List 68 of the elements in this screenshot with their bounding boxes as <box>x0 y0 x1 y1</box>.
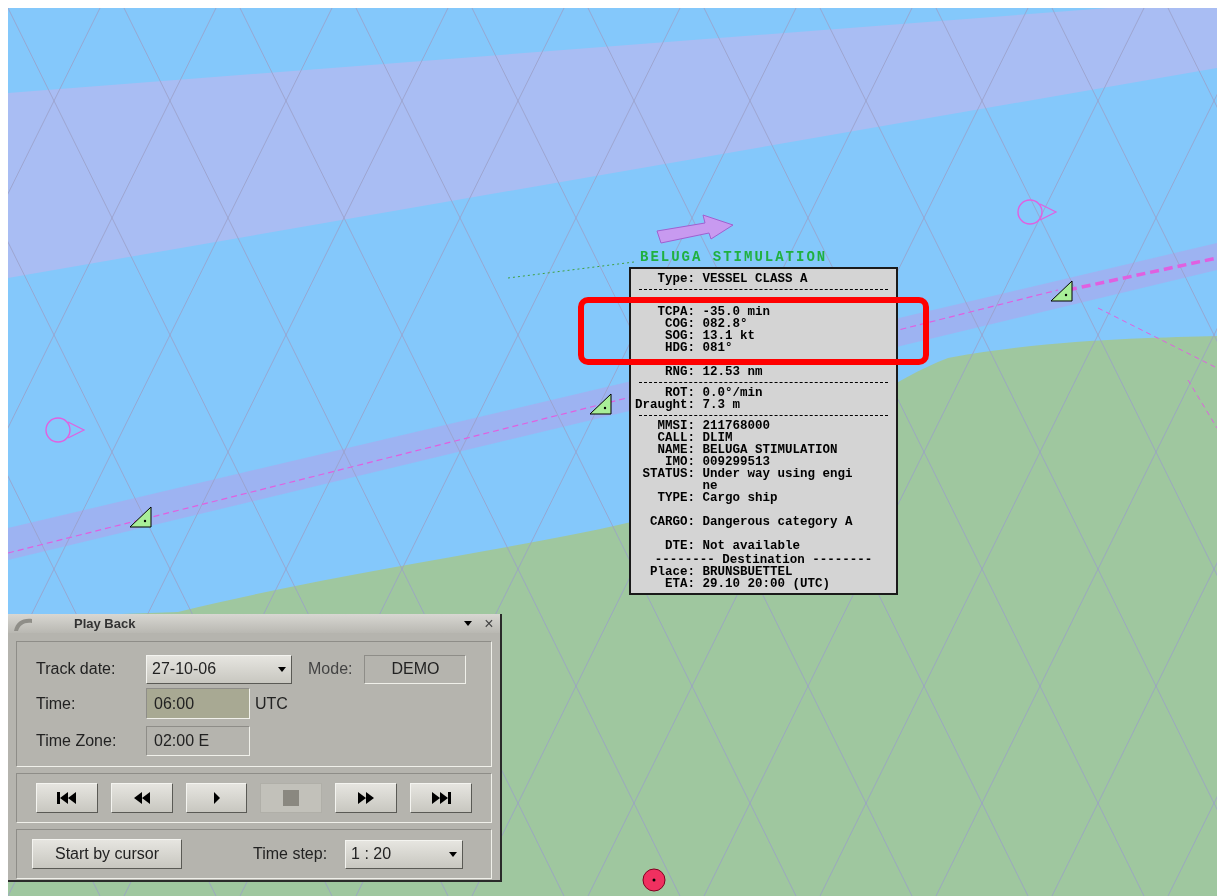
field-label: RNG: <box>664 366 696 378</box>
field-label: Draught: <box>635 399 696 411</box>
field-label: ROT: <box>665 387 696 399</box>
field-label: CARGO: <box>649 516 696 528</box>
field-label: MMSI: <box>656 420 696 432</box>
time-field[interactable]: 06:00 <box>146 688 250 719</box>
field-value: 7.3 m <box>702 399 741 411</box>
mode-field: DEMO <box>364 654 467 684</box>
field-value: BRUNSBUETTEL <box>702 566 794 578</box>
field-value: Under way using engine <box>702 468 853 492</box>
section-title: -------- Destination -------- <box>654 554 873 566</box>
field-label: NAME: <box>656 444 696 456</box>
vessel-label: BELUGA STIMULATION <box>640 249 828 265</box>
skip-back-icon <box>55 791 78 805</box>
target-triangle-icon <box>1050 280 1074 302</box>
field-value: Dangerous category A <box>702 516 853 528</box>
field-label: SOG: <box>664 330 696 342</box>
stop-icon <box>283 790 300 806</box>
field-label: IMO: <box>665 456 696 468</box>
field-label: Track date: <box>36 659 117 679</box>
field-value: 211768000 <box>702 420 771 432</box>
field-value: -35.0 min <box>702 306 771 318</box>
field-value: 082.8° <box>702 318 748 330</box>
close-button[interactable]: × <box>478 615 500 632</box>
field-label: DTE: <box>664 540 696 552</box>
field-label: Time step: <box>253 844 328 864</box>
field-value: DLIM <box>702 432 733 444</box>
field-value: 29.10 20:00 (UTC) <box>702 578 832 590</box>
field-label: COG: <box>664 318 696 330</box>
field-label: CALL: <box>656 432 696 444</box>
field-value: 12.53 nm <box>702 366 764 378</box>
start-by-cursor-button[interactable]: Start by cursor <box>32 839 182 869</box>
field-label: Time: <box>36 693 77 714</box>
field-value: 0.0°/min <box>702 387 764 399</box>
field-label: HDG: <box>664 342 696 354</box>
field-label: TCPA: <box>656 306 696 318</box>
field-value: 009299513 <box>702 456 771 468</box>
time-zone-field: 02:00 E <box>146 725 250 756</box>
field-label: Time Zone: <box>36 730 118 751</box>
field-label: Type: <box>656 273 696 285</box>
target-triangle-icon <box>589 393 613 415</box>
fast-forward-icon <box>357 791 376 805</box>
field-value: VESSEL CLASS A <box>702 273 809 285</box>
field-value: Cargo ship <box>702 492 779 504</box>
field-value: Not available <box>702 540 802 552</box>
window-title: Play Back <box>74 614 136 633</box>
circle-marker-icon <box>42 416 86 444</box>
target-triangle-icon <box>129 506 153 528</box>
dot-marker-icon <box>642 868 666 892</box>
field-value: BELUGA STIMULATION <box>702 444 839 456</box>
vessel-arrow-icon <box>655 213 735 247</box>
rewind-icon <box>132 791 151 805</box>
circle-marker-icon <box>1014 198 1058 226</box>
dropdown-caret-icon <box>278 666 286 672</box>
dropdown-caret-icon <box>449 851 458 857</box>
field-label: Mode: <box>308 659 353 679</box>
unit-label: UTC <box>255 693 288 714</box>
field-label: Place: <box>649 566 696 578</box>
field-label: TYPE: <box>656 492 696 504</box>
skip-forward-icon <box>430 791 453 805</box>
field-label: ETA: <box>664 578 696 590</box>
field-value: 081° <box>702 342 734 354</box>
track-date-dropdown[interactable]: 27-10-06 <box>146 654 292 684</box>
time-step-dropdown[interactable]: 1 : 20 <box>345 839 464 869</box>
field-value: 13.1 kt <box>702 330 756 342</box>
dropdown-caret-icon <box>464 621 472 626</box>
field-label: STATUS: <box>641 468 696 483</box>
play-icon <box>212 791 221 805</box>
